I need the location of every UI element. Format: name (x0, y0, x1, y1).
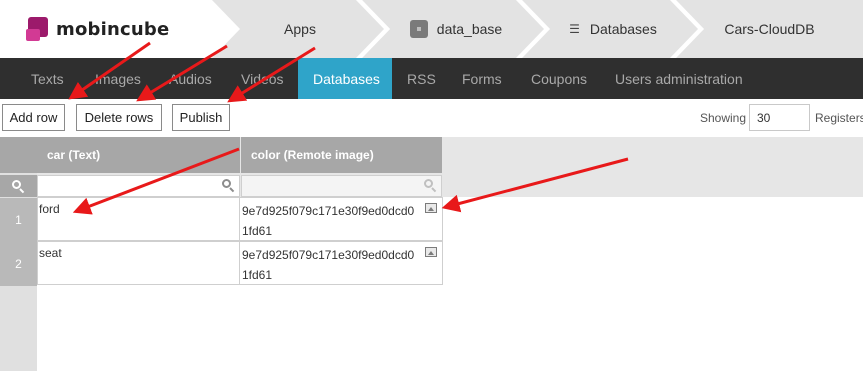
breadcrumb-label: Databases (589, 21, 657, 37)
table-cell-car[interactable]: seat (37, 241, 240, 285)
nav-item-videos[interactable]: Videos (227, 58, 298, 99)
breadcrumb-data-base[interactable]: data_base (362, 0, 550, 58)
nav-item-audios[interactable]: Audios (156, 58, 227, 99)
search-icon (222, 179, 235, 193)
nav-item-coupons[interactable]: Coupons (515, 58, 600, 99)
logo-text: mobincube (56, 18, 170, 40)
nav-item-rss[interactable]: RSS (392, 58, 447, 99)
image-hash: 9e7d925f079c171e30f9ed0dcd01fd61 (242, 204, 415, 238)
database-icon: ☰ (569, 22, 580, 36)
breadcrumb-apps[interactable]: Apps (212, 0, 388, 58)
main-nav: Texts Images Audios Videos Databases RSS… (0, 58, 863, 99)
registers-label: Registers (815, 111, 863, 125)
search-icon (424, 179, 437, 193)
image-icon[interactable] (425, 203, 437, 213)
column-header-color[interactable]: color (Remote image) (241, 137, 442, 173)
publish-button[interactable]: Publish (172, 104, 230, 131)
table-cell-color[interactable]: 9e7d925f079c171e30f9ed0dcd01fd61 (239, 197, 443, 241)
filter-input-color[interactable] (241, 175, 442, 197)
app-icon (410, 20, 428, 38)
column-header-car[interactable]: car (Text) (37, 137, 240, 173)
nav-item-images[interactable]: Images (80, 58, 156, 99)
image-icon[interactable] (425, 247, 437, 257)
breadcrumb-label: Cars-CloudDB (724, 21, 815, 37)
table-cell-car[interactable]: ford (37, 197, 240, 241)
nav-item-forms[interactable]: Forms (447, 58, 515, 99)
showing-label: Showing (700, 111, 747, 125)
table-cell-color[interactable]: 9e7d925f079c171e30f9ed0dcd01fd61 (239, 241, 443, 285)
mobincube-logo[interactable]: mobincube (26, 14, 169, 44)
registers-per-page-input[interactable]: 30 (749, 104, 810, 131)
filter-row-search (0, 175, 37, 197)
image-hash: 9e7d925f079c171e30f9ed0dcd01fd61 (242, 248, 415, 282)
grid-corner (0, 137, 37, 173)
add-row-button[interactable]: Add row (2, 104, 65, 131)
app-header: mobincube Apps data_base ☰ Databases Car… (0, 0, 863, 58)
nav-item-databases[interactable]: Databases (298, 58, 392, 99)
delete-rows-button[interactable]: Delete rows (76, 104, 162, 131)
row-number: 1 (0, 198, 37, 242)
nav-item-users-administration[interactable]: Users administration (600, 58, 760, 99)
nav-item-texts[interactable]: Texts (0, 58, 80, 99)
breadcrumb-cars-clouddb[interactable]: Cars-CloudDB (676, 0, 863, 58)
search-icon (12, 179, 25, 193)
row-number: 2 (0, 242, 37, 286)
logo-mark-icon (26, 17, 50, 41)
filter-input-car[interactable] (37, 175, 240, 197)
breadcrumb-label: Apps (284, 21, 316, 37)
breadcrumb-label: data_base (436, 21, 503, 37)
